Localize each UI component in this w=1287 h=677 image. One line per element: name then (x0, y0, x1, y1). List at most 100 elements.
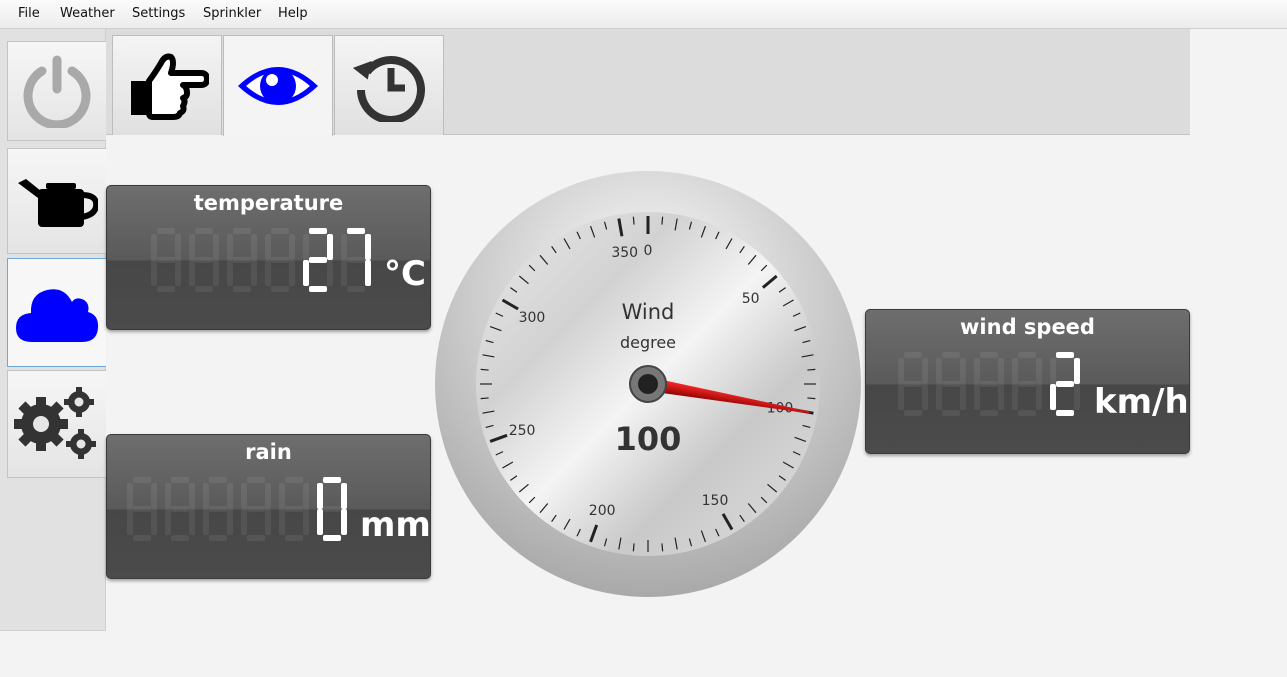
lcd-segment-off (974, 358, 980, 384)
sidebar (0, 29, 106, 631)
lcd-segment-on (327, 234, 333, 260)
lcd-segment-off (271, 257, 289, 263)
lcd-segment-off (209, 477, 227, 483)
lcd-segment-off (898, 358, 904, 384)
menu-help[interactable]: Help (278, 6, 308, 21)
lcd-segment-off (195, 286, 213, 292)
temperature-digits (151, 228, 371, 292)
lcd-segment-off (271, 228, 289, 234)
gauge-tick (632, 216, 635, 225)
lcd-segment-on (317, 483, 323, 509)
lcd-segment-on (341, 483, 347, 509)
lcd-segment-off (189, 260, 195, 286)
lcd-segment-off (303, 483, 309, 509)
lcd-segment-off (1018, 352, 1036, 358)
menu-file[interactable]: File (18, 6, 40, 21)
sidebar-item-power[interactable] (7, 41, 106, 141)
lcd-segment-on (341, 509, 347, 535)
sidebar-item-settings[interactable] (7, 370, 106, 478)
lcd-segment-off (1018, 381, 1036, 387)
lcd-segment-off (974, 384, 980, 410)
lcd-segment-off (157, 228, 175, 234)
lcd-segment-off (1074, 384, 1080, 410)
sidebar-item-weather[interactable] (7, 258, 106, 367)
lcd-segment-off (980, 352, 998, 358)
lcd-segment-on (1050, 384, 1056, 410)
gauge-unit: degree (620, 333, 676, 352)
tab-manual[interactable] (112, 35, 222, 135)
gauge-tick (807, 397, 816, 400)
lcd-segment-off (285, 506, 303, 512)
lcd-segment-off (898, 384, 904, 410)
rain-display: rain 0 mm (106, 434, 431, 579)
lcd-segment-off (247, 477, 265, 483)
lcd-segment-off (241, 509, 247, 535)
gauge-tick (661, 216, 664, 225)
lcd-segment-off (289, 260, 295, 286)
lcd-segment-off (942, 352, 960, 358)
lcd-segment-off (203, 483, 209, 509)
lcd-segment-off (133, 477, 151, 483)
history-icon (353, 55, 425, 122)
wind-speed-display: wind speed 2 km/h (865, 309, 1190, 454)
gauge-tick-label: 150 (702, 493, 729, 509)
lcd-segment-off (1012, 384, 1018, 410)
lcd-segment-off (904, 352, 922, 358)
lcd-segment-on (323, 477, 341, 483)
lcd-segment-off (127, 509, 133, 535)
lcd-segment-off (998, 358, 1004, 384)
lcd-segment-off (980, 410, 998, 416)
gauge-tick-label: 200 (589, 503, 616, 519)
lcd-segment-off (175, 260, 181, 286)
sidebar-item-sprinkler[interactable] (7, 148, 106, 254)
lcd-segment-off (904, 381, 922, 387)
lcd-segment-off (251, 234, 257, 260)
lcd-segment-on (1074, 358, 1080, 384)
tab-strip (106, 29, 1190, 136)
lcd-segment-on (1056, 381, 1074, 387)
lcd-segment-off (171, 506, 189, 512)
lcd-segment-on (365, 260, 371, 286)
menu-sprinkler[interactable]: Sprinkler (203, 6, 261, 21)
lcd-segment-on (323, 535, 341, 541)
lcd-segment-off (213, 260, 219, 286)
lcd-segment-off (189, 509, 195, 535)
lcd-segment-off (195, 257, 213, 263)
lcd-segment-off (189, 234, 195, 260)
lcd-segment-off (271, 286, 289, 292)
lcd-segment-off (303, 234, 309, 260)
lcd-segment-off (279, 509, 285, 535)
tab-monitor[interactable] (223, 35, 333, 136)
lcd-segment-off (189, 483, 195, 509)
lcd-segment-off (285, 535, 303, 541)
lcd-segment-off (151, 234, 157, 260)
lcd-segment-off (323, 506, 341, 512)
gauge-hub-center (638, 374, 658, 394)
lcd-segment-off (209, 506, 227, 512)
pointing-hand-icon (131, 53, 209, 120)
menu-settings[interactable]: Settings (132, 6, 185, 21)
gauge-title: Wind (622, 300, 675, 324)
lcd-segment-off (1012, 358, 1018, 384)
lcd-segment-off (213, 234, 219, 260)
lcd-segment-off (227, 483, 233, 509)
menu-weather[interactable]: Weather (60, 6, 115, 21)
lcd-segment-off (960, 358, 966, 384)
lcd-segment-off (233, 286, 251, 292)
gauge-tick (480, 368, 489, 371)
lcd-segment-off (285, 477, 303, 483)
power-icon (23, 55, 91, 128)
lcd-segment-off (1036, 384, 1042, 410)
lcd-segment-off (936, 384, 942, 410)
tab-history[interactable] (334, 35, 444, 135)
lcd-segment-off (171, 535, 189, 541)
lcd-segment-off (265, 234, 271, 260)
lcd-segment-off (289, 234, 295, 260)
lcd-segment-off (157, 257, 175, 263)
lcd-segment-off (195, 228, 213, 234)
lcd-segment-off (279, 483, 285, 509)
lcd-segment-off (922, 384, 928, 410)
wind-direction-gauge: 050100150200250300350 Wind degree 100 (435, 171, 861, 597)
lcd-segment-off (247, 506, 265, 512)
lcd-segment-off (347, 257, 365, 263)
